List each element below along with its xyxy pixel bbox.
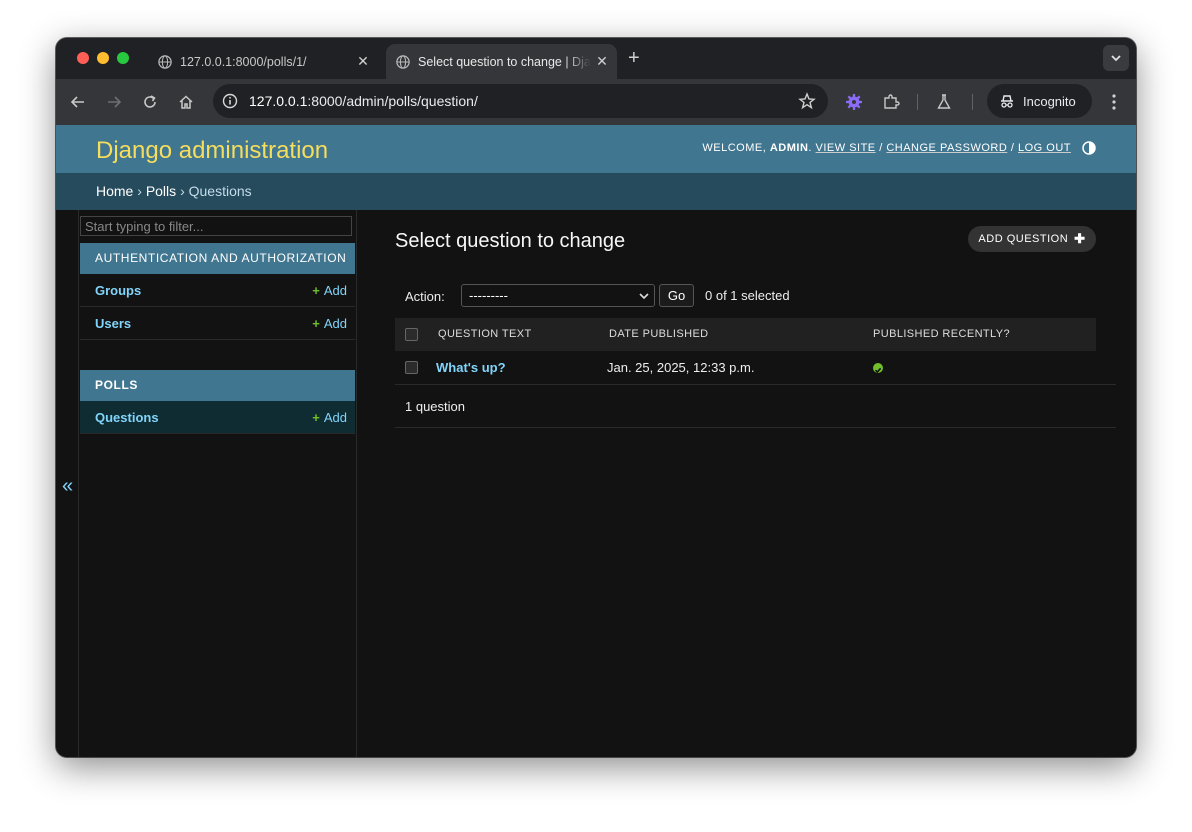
tab-title: Select question to change | Django site …: [418, 54, 591, 69]
date-published-cell: Jan. 25, 2025, 12:33 p.m.: [607, 360, 755, 375]
breadcrumb-separator: ›: [180, 183, 185, 199]
browser-window: 127.0.0.1:8000/polls/1/ ✕ Select questio…: [56, 38, 1136, 757]
incognito-profile-button[interactable]: Incognito: [987, 84, 1092, 118]
add-question-link[interactable]: + Add: [312, 401, 347, 434]
chevron-down-icon: [1111, 55, 1121, 62]
bookmark-star-icon[interactable]: [798, 92, 816, 110]
table-row: What's up? Jan. 25, 2025, 12:33 p.m.: [395, 351, 1116, 385]
arrow-right-icon: [108, 96, 122, 108]
toolbar-separator: [917, 94, 918, 110]
tab-strip: 127.0.0.1:8000/polls/1/ ✕ Select questio…: [56, 38, 1136, 79]
column-published-recently[interactable]: PUBLISHED RECENTLY?: [873, 318, 1010, 351]
tab-search-button[interactable]: [1103, 45, 1129, 71]
welcome-text: WELCOME,: [702, 142, 767, 154]
labs-button[interactable]: [934, 92, 954, 112]
chevron-down-icon: [639, 293, 649, 300]
maximize-window-button[interactable]: [117, 52, 129, 64]
breadcrumb-separator: ›: [137, 183, 142, 199]
extension-gear-button[interactable]: [844, 92, 864, 112]
flask-icon: [937, 94, 951, 109]
table-header: QUESTION TEXT DATE PUBLISHED PUBLISHED R…: [395, 318, 1096, 351]
minimize-window-button[interactable]: [97, 52, 109, 64]
puzzle-icon: [884, 94, 900, 109]
plus-icon: +: [312, 283, 320, 298]
reload-icon: [144, 95, 156, 108]
close-tab-icon[interactable]: ✕: [352, 53, 374, 70]
page-title: Select question to change: [395, 230, 626, 252]
admin-header: Django administration WELCOME, ADMIN. VI…: [56, 125, 1136, 173]
sidebar-item-groups: Groups + Add: [80, 274, 355, 307]
user-tools: WELCOME, ADMIN. VIEW SITE / CHANGE PASSW…: [702, 142, 1071, 154]
browser-menu-button[interactable]: [1104, 92, 1124, 112]
sidebar-filter-input[interactable]: Start typing to filter...: [80, 216, 352, 236]
sidebar-link-questions[interactable]: Questions: [95, 401, 159, 434]
arrow-left-icon: [70, 96, 84, 108]
paginator: 1 question: [395, 384, 1116, 428]
add-user-link[interactable]: + Add: [312, 307, 347, 340]
address-bar[interactable]: 127.0.0.1:8000/admin/polls/question/: [213, 84, 828, 118]
nav-sidebar: Start typing to filter... AUTHENTICATION…: [78, 210, 357, 757]
breadcrumb-current: Questions: [188, 183, 252, 199]
toolbar-separator: [972, 94, 973, 110]
extensions-button[interactable]: [881, 92, 901, 112]
plus-icon: +: [312, 316, 320, 331]
sidebar-link-groups[interactable]: Groups: [95, 274, 141, 307]
module-caption-auth[interactable]: AUTHENTICATION AND AUTHORIZATION: [80, 243, 355, 274]
site-info-icon[interactable]: [222, 93, 238, 109]
close-window-button[interactable]: [77, 52, 89, 64]
view-site-link[interactable]: VIEW SITE: [816, 142, 876, 154]
admin-page: Django administration WELCOME, ADMIN. VI…: [56, 125, 1136, 757]
change-password-link[interactable]: CHANGE PASSWORD: [886, 142, 1007, 154]
theme-toggle-icon[interactable]: [1082, 141, 1096, 155]
question-link[interactable]: What's up?: [436, 360, 506, 375]
toggle-sidebar-button[interactable]: «: [62, 475, 73, 498]
column-date-published[interactable]: DATE PUBLISHED: [609, 318, 709, 351]
new-tab-button[interactable]: +: [628, 48, 640, 68]
action-label: Action:: [405, 289, 445, 304]
breadcrumb-home[interactable]: Home: [96, 183, 133, 199]
plus-icon: ✚: [1074, 231, 1086, 246]
plus-icon: +: [312, 410, 320, 425]
selection-counter: 0 of 1 selected: [705, 288, 790, 303]
result-count: 1 question: [405, 399, 465, 414]
sidebar-item-questions: Questions + Add: [80, 401, 355, 434]
url-host: 127.0.0.1: [249, 93, 308, 109]
sidebar-item-users: Users + Add: [80, 307, 355, 340]
action-select[interactable]: ---------: [461, 284, 655, 307]
incognito-icon: [1001, 95, 1013, 108]
log-out-link[interactable]: LOG OUT: [1018, 142, 1071, 154]
module-caption-polls[interactable]: POLLS: [80, 370, 355, 401]
actions-bar: Action: --------- Go 0 of 1 selected: [395, 283, 1116, 309]
check-icon: [873, 363, 883, 374]
go-button[interactable]: Go: [659, 284, 694, 307]
site-branding[interactable]: Django administration: [96, 137, 328, 165]
back-button[interactable]: [68, 92, 88, 112]
add-group-link[interactable]: + Add: [312, 274, 347, 307]
row-checkbox[interactable]: [405, 361, 418, 374]
breadcrumb: Home › Polls › Questions: [56, 173, 1136, 210]
url-path: :8000/admin/polls/question/: [307, 93, 478, 109]
tab-title: 127.0.0.1:8000/polls/1/: [180, 54, 307, 69]
gear-icon: [846, 94, 862, 110]
home-icon: [179, 95, 193, 109]
home-button[interactable]: [176, 92, 196, 112]
breadcrumb-polls[interactable]: Polls: [146, 183, 176, 199]
username: ADMIN: [769, 142, 809, 154]
reload-button[interactable]: [140, 92, 160, 112]
column-question-text[interactable]: QUESTION TEXT: [438, 318, 532, 351]
select-all-checkbox[interactable]: [405, 328, 418, 341]
profile-label: Incognito: [1023, 93, 1076, 109]
url-text: 127.0.0.1:8000/admin/polls/question/: [249, 93, 478, 109]
add-question-button[interactable]: ADD QUESTION ✚: [968, 226, 1096, 252]
browser-toolbar: 127.0.0.1:8000/admin/polls/question/ Inc…: [56, 79, 1136, 125]
globe-icon: [396, 54, 410, 69]
kebab-menu-icon: [1112, 94, 1116, 110]
sidebar-link-users[interactable]: Users: [95, 307, 131, 340]
browser-tab-admin[interactable]: Select question to change | Django site …: [386, 44, 617, 79]
globe-icon: [158, 54, 172, 69]
forward-button[interactable]: [104, 92, 124, 112]
close-tab-icon[interactable]: ✕: [591, 53, 613, 70]
browser-tab-polls[interactable]: 127.0.0.1:8000/polls/1/ ✕: [148, 44, 378, 79]
